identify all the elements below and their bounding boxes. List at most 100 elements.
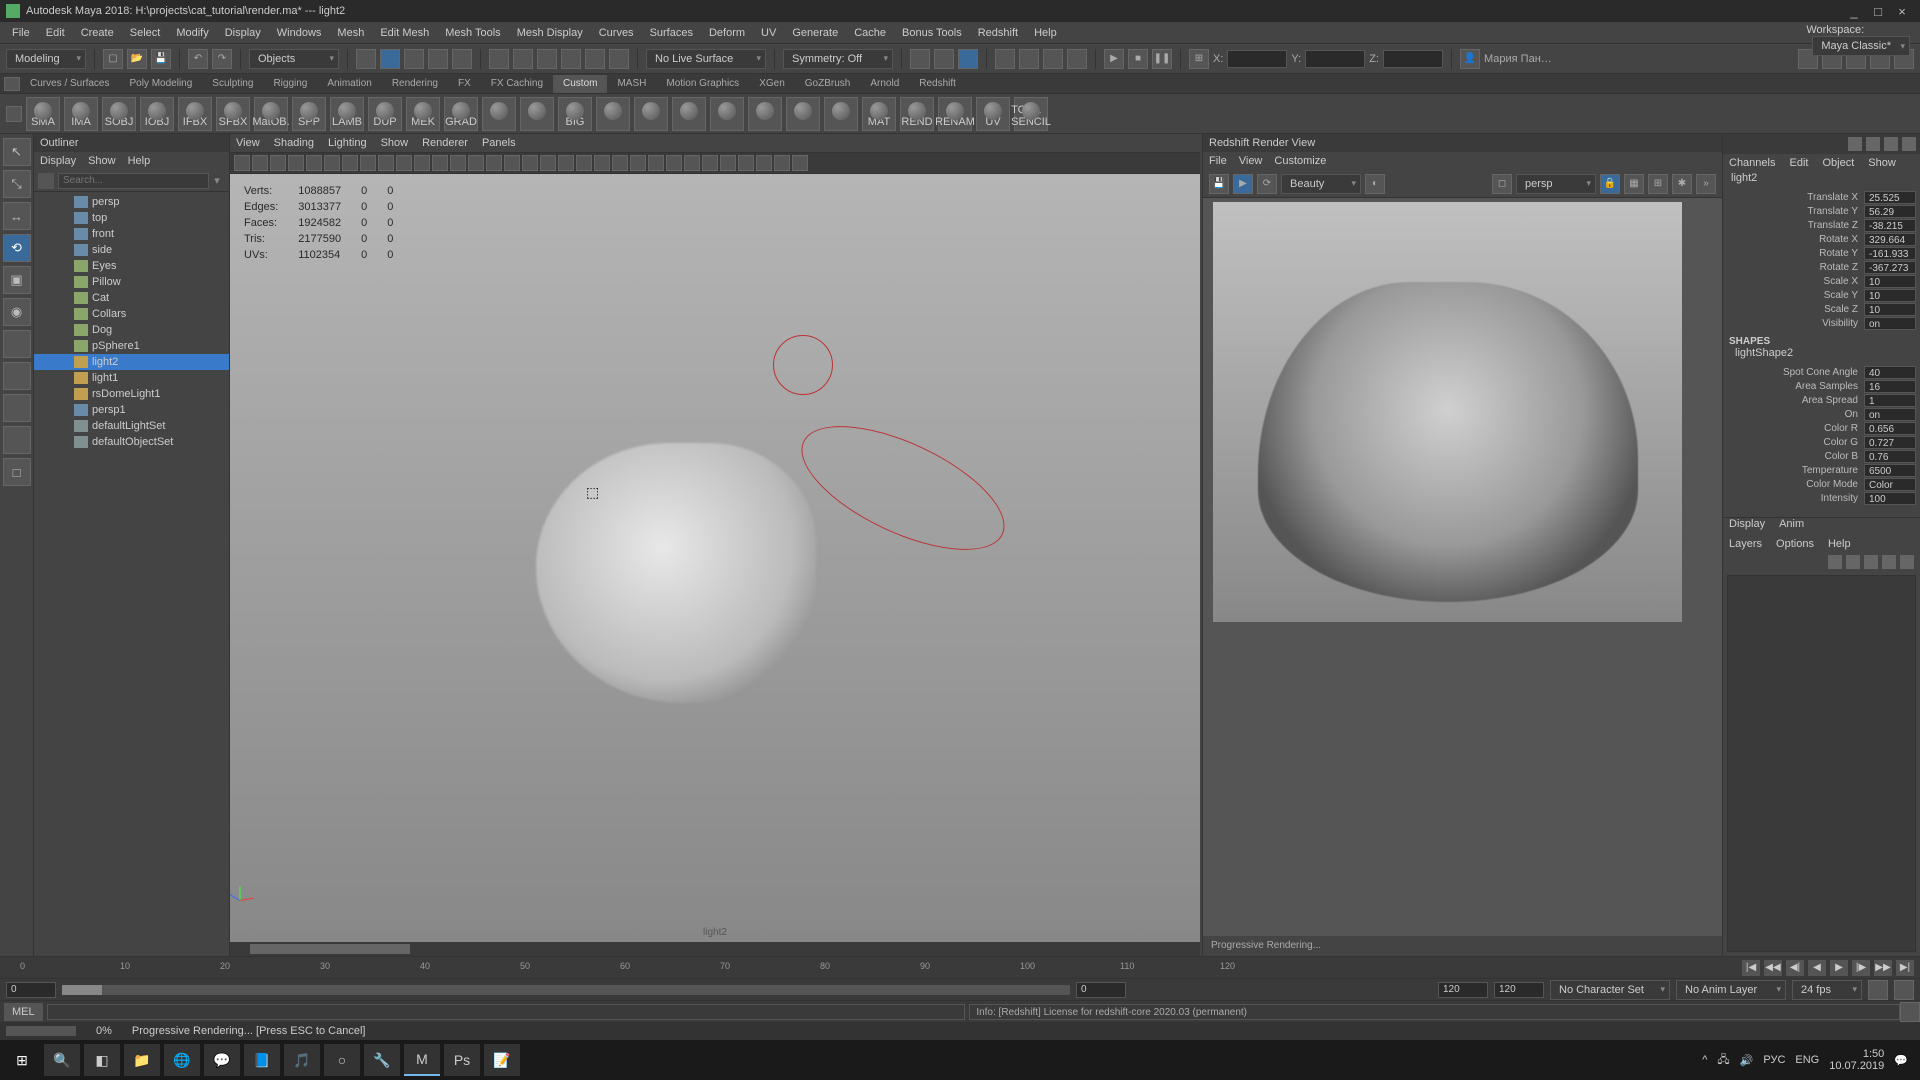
selection-mode-dropdown[interactable]: Objects xyxy=(249,49,339,69)
account-icon[interactable]: 👤 xyxy=(1460,49,1480,69)
coord-x-field[interactable] xyxy=(1227,50,1287,68)
menu-cache[interactable]: Cache xyxy=(846,22,894,44)
attr-value[interactable]: 329.664 xyxy=(1864,233,1916,246)
outliner-node-pillow[interactable]: Pillow xyxy=(34,274,229,290)
tb-icon-g[interactable] xyxy=(910,49,930,69)
layer-icon-2[interactable] xyxy=(1846,555,1860,569)
layer-icon-1[interactable] xyxy=(1828,555,1842,569)
menu-edit-mesh[interactable]: Edit Mesh xyxy=(372,22,437,44)
toolbox-4[interactable]: ▣ xyxy=(3,266,31,294)
outliner-node-dog[interactable]: Dog xyxy=(34,322,229,338)
vp-toolbar-icon-1[interactable] xyxy=(252,155,268,171)
tb-icon-e[interactable] xyxy=(585,49,605,69)
tb-icon-i[interactable] xyxy=(958,49,978,69)
vp-menu-panels[interactable]: Panels xyxy=(482,137,516,149)
shelf-tab-custom[interactable]: Custom xyxy=(553,75,607,93)
shelf-tab-rigging[interactable]: Rigging xyxy=(263,75,317,93)
outliner-menu-show[interactable]: Show xyxy=(88,155,116,167)
vp-menu-renderer[interactable]: Renderer xyxy=(422,137,468,149)
vp-toolbar-icon-7[interactable] xyxy=(360,155,376,171)
mode-dropdown[interactable]: Modeling xyxy=(6,49,86,69)
script-editor-icon[interactable] xyxy=(1900,1002,1920,1022)
range-start-in[interactable] xyxy=(1076,982,1126,998)
menu-curves[interactable]: Curves xyxy=(591,22,642,44)
tb-icon-h[interactable] xyxy=(934,49,954,69)
cb-tab-channels[interactable]: Channels xyxy=(1729,157,1775,169)
menu-mesh-display[interactable]: Mesh Display xyxy=(509,22,591,44)
vp-toolbar-icon-29[interactable] xyxy=(756,155,772,171)
menu-file[interactable]: File xyxy=(4,22,38,44)
shelf-tab-sculpting[interactable]: Sculpting xyxy=(202,75,263,93)
renderview-canvas[interactable] xyxy=(1203,198,1722,936)
toolbox-6[interactable] xyxy=(3,330,31,358)
vp-toolbar-icon-25[interactable] xyxy=(684,155,700,171)
cb-tab-object[interactable]: Object xyxy=(1822,157,1854,169)
vp-toolbar-icon-15[interactable] xyxy=(504,155,520,171)
playback-1[interactable]: ◀◀ xyxy=(1764,960,1782,976)
toolbox-1[interactable]: ⤡ xyxy=(3,170,31,198)
menu-deform[interactable]: Deform xyxy=(701,22,753,44)
outliner-node-rsdomelight1[interactable]: rsDomeLight1 xyxy=(34,386,229,402)
rv-tile-icon[interactable]: ▦ xyxy=(1624,174,1644,194)
outliner-node-front[interactable]: front xyxy=(34,226,229,242)
snap-curve-icon[interactable] xyxy=(380,49,400,69)
shelf-icon-19[interactable] xyxy=(748,97,782,131)
command-input[interactable] xyxy=(47,1004,966,1020)
shelf-icon-21[interactable] xyxy=(824,97,858,131)
vp-toolbar-icon-21[interactable] xyxy=(612,155,628,171)
tray-lang-2[interactable]: ENG xyxy=(1795,1054,1819,1066)
attr-value[interactable]: 0.727 xyxy=(1864,436,1916,449)
shelf-icon-17[interactable] xyxy=(672,97,706,131)
outliner-menu-display[interactable]: Display xyxy=(40,155,76,167)
layer-editor[interactable] xyxy=(1727,575,1916,952)
playback-7[interactable]: ▶| xyxy=(1896,960,1914,976)
vp-toolbar-icon-10[interactable] xyxy=(414,155,430,171)
outliner-menu-help[interactable]: Help xyxy=(128,155,151,167)
playback-3[interactable]: ◀ xyxy=(1808,960,1826,976)
shelf-tab-animation[interactable]: Animation xyxy=(317,75,381,93)
toolbox-7[interactable] xyxy=(3,362,31,390)
cb-icon-3[interactable] xyxy=(1884,137,1898,151)
menu-create[interactable]: Create xyxy=(73,22,122,44)
cb-icon-2[interactable] xyxy=(1866,137,1880,151)
shelf-icon-0[interactable]: SMA xyxy=(26,97,60,131)
attr-value[interactable]: Color xyxy=(1864,478,1916,491)
tray-lang-1[interactable]: РУС xyxy=(1763,1054,1785,1066)
taskbar-icon-2[interactable]: ◧ xyxy=(84,1044,120,1076)
tb-icon-d[interactable] xyxy=(561,49,581,69)
tray-time[interactable]: 1:50 xyxy=(1829,1048,1884,1060)
menu-uv[interactable]: UV xyxy=(753,22,784,44)
snap-grid-icon[interactable] xyxy=(356,49,376,69)
vp-toolbar-icon-4[interactable] xyxy=(306,155,322,171)
shelf-tab-mash[interactable]: MASH xyxy=(607,75,656,93)
autokey-icon[interactable] xyxy=(1868,980,1888,1000)
menu-mesh[interactable]: Mesh xyxy=(329,22,372,44)
taskbar-icon-4[interactable]: 🌐 xyxy=(164,1044,200,1076)
shelf-icon-7[interactable]: SPP xyxy=(292,97,326,131)
shelf-icon-18[interactable] xyxy=(710,97,744,131)
outliner-node-eyes[interactable]: Eyes xyxy=(34,258,229,274)
layer-tab-anim[interactable]: Anim xyxy=(1779,518,1804,535)
shelf-tab-motion-graphics[interactable]: Motion Graphics xyxy=(656,75,749,93)
shelf-icon-25[interactable]: UV xyxy=(976,97,1010,131)
rv-menu-view[interactable]: View xyxy=(1239,155,1263,167)
toolbox-9[interactable] xyxy=(3,426,31,454)
shelf-tab-arnold[interactable]: Arnold xyxy=(860,75,909,93)
tb-icon-a[interactable] xyxy=(489,49,509,69)
toolbox-2[interactable]: ↔ xyxy=(3,202,31,230)
layer-icon-3[interactable] xyxy=(1864,555,1878,569)
toolbox-10[interactable]: □ xyxy=(3,458,31,486)
layer-icon-5[interactable] xyxy=(1900,555,1914,569)
outliner-node-persp1[interactable]: persp1 xyxy=(34,402,229,418)
layer-menu-layers[interactable]: Layers xyxy=(1729,538,1762,550)
vp-toolbar-icon-3[interactable] xyxy=(288,155,304,171)
rv-lock-icon[interactable]: 🔒 xyxy=(1600,174,1620,194)
shelf-icon-12[interactable] xyxy=(482,97,516,131)
rv-refresh-icon[interactable]: ⟳ xyxy=(1257,174,1277,194)
attr-value[interactable]: 40 xyxy=(1864,366,1916,379)
attr-value[interactable]: 0.656 xyxy=(1864,422,1916,435)
redo-icon[interactable]: ↷ xyxy=(212,49,232,69)
rv-play-icon[interactable]: ▶ xyxy=(1233,174,1253,194)
attr-value[interactable]: -161.933 xyxy=(1864,247,1916,260)
menu-redshift[interactable]: Redshift xyxy=(970,22,1026,44)
